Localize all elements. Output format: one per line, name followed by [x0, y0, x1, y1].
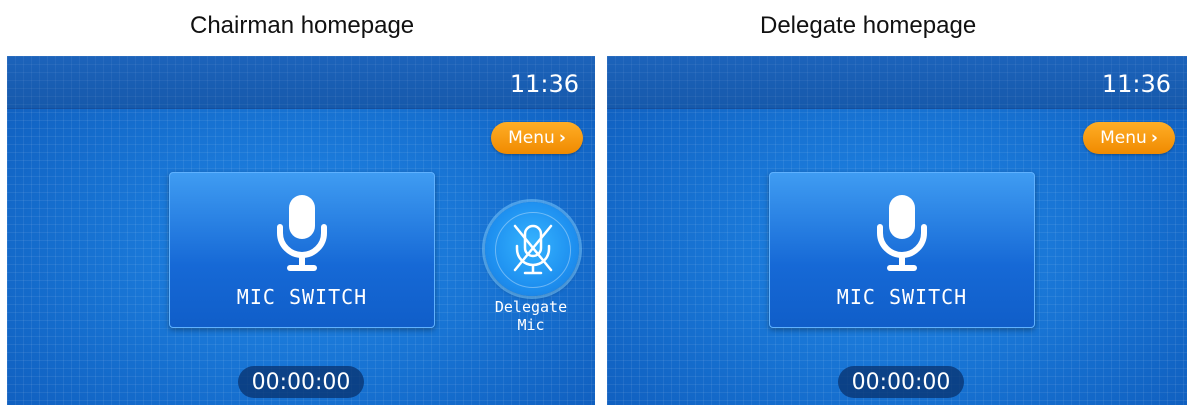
delegate-mic-label-line1: Delegate — [494, 298, 568, 316]
chevron-right-icon: › — [558, 128, 566, 148]
menu-button[interactable]: Menu › — [491, 122, 583, 154]
menu-button[interactable]: Menu › — [1083, 122, 1175, 154]
delegate-mic-label-line2: Mic — [517, 316, 545, 334]
microphone-icon — [877, 195, 927, 271]
delegate-caption: Delegate homepage — [760, 12, 977, 39]
microphone-icon — [277, 195, 327, 271]
timer: 00:00:00 — [838, 366, 964, 398]
clock: 11:36 — [1101, 70, 1171, 98]
chevron-right-icon: › — [1150, 128, 1158, 148]
mic-switch-label: MIC SWITCH — [236, 285, 368, 309]
menu-button-label: Menu — [508, 128, 555, 148]
mic-switch-button[interactable]: MIC SWITCH — [769, 172, 1035, 328]
mic-switch-label: MIC SWITCH — [836, 285, 968, 309]
delegate-mic-label: Delegate Mic — [475, 298, 587, 334]
chairman-caption: Chairman homepage — [190, 12, 415, 39]
delegate-screen: 11:36 Menu › MIC SWITCH 00:00:00 — [607, 56, 1187, 405]
status-bar: 11:36 — [7, 56, 595, 109]
clock: 11:36 — [509, 70, 579, 98]
microphone-muted-icon — [513, 224, 553, 275]
timer: 00:00:00 — [238, 366, 364, 398]
delegate-mic-button[interactable] — [485, 202, 581, 298]
menu-button-label: Menu — [1100, 128, 1147, 148]
chairman-screen: 11:36 Menu › MIC SWITCH Delegate Mic 00: — [7, 56, 595, 405]
status-bar: 11:36 — [607, 56, 1187, 109]
mic-switch-button[interactable]: MIC SWITCH — [169, 172, 435, 328]
